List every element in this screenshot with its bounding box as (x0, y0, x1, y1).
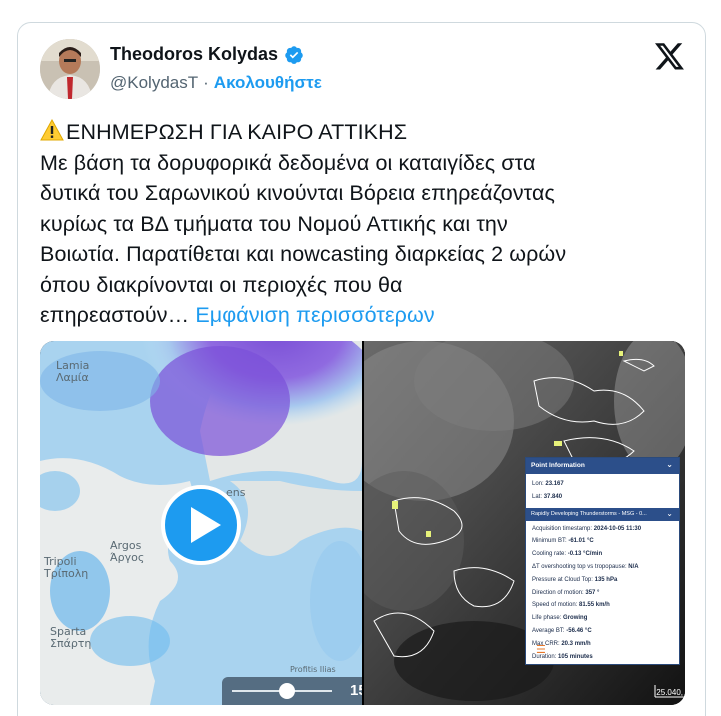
play-icon (191, 507, 221, 543)
rdt-row-value: -56.46 °C (566, 627, 592, 634)
lon-label: Lon: (532, 481, 544, 487)
chevron-down-icon[interactable]: ⌄ (666, 460, 673, 469)
show-more-link[interactable]: Εμφάνιση περισσότερων (195, 303, 434, 327)
tweet-line-6: όπου διακρίνονται οι περιοχές που θα (40, 272, 403, 297)
rdt-row-label: Speed of motion: (532, 602, 578, 609)
rdt-row-value: -61.01 °C (568, 538, 594, 545)
author-handle[interactable]: @KolydasT (110, 73, 198, 93)
video-map-pane[interactable]: Lamia Λαμία ens Argos Άργος Tripoli Τρίπ… (40, 341, 362, 705)
verified-badge-icon (285, 45, 303, 64)
video-slider[interactable]: 15 (222, 677, 362, 705)
follow-button[interactable]: Ακολουθήστε (214, 73, 322, 93)
rdt-row: Speed of motion: 81.55 km/h (526, 599, 679, 612)
rdt-row-label: ΔT overshooting top vs tropopause: (532, 563, 627, 570)
lon-value: 23.167 (545, 481, 564, 487)
tweet-line-7: επηρεαστούν… Εμφάνιση περισσότερων (40, 300, 690, 331)
list-icon[interactable]: ☰ (536, 643, 546, 656)
lat-row: Lat: 37.840 (526, 491, 679, 504)
tweet-line-2: Με βάση τα δορυφορικά δεδομένα οι καταιγ… (40, 150, 536, 175)
rdt-row-value: 105 minutes (558, 653, 593, 660)
rdt-rows: Acquisition timestamp: 2024-10-05 11:30 M… (526, 523, 679, 664)
rdt-row-value: 81.55 km/h (579, 602, 610, 609)
author-name[interactable]: Theodoros Kolydas (110, 44, 278, 65)
point-info-title: Point Information (531, 462, 585, 469)
scale-label: 25.040, (656, 688, 683, 697)
map-label-argos-gr: Άργος (110, 551, 145, 564)
rdt-row-label: Pressure at Cloud Top: (532, 576, 593, 583)
rdt-row-label: Average BT: (532, 627, 565, 634)
rdt-row-label: Cooling rate: (532, 551, 567, 558)
map-label-profitis: Profitis Ilias (290, 665, 336, 674)
rdt-header[interactable]: Rapidly Developing Thunderstorms - MSG -… (526, 507, 679, 521)
lat-label: Lat: (532, 493, 543, 500)
lon-row: Lon: 23.167 (526, 478, 679, 491)
rdt-row-label: Direction of motion: (532, 589, 584, 596)
rdt-row-value: Growing (563, 615, 588, 622)
map-label-sparta-gr: Σπάρτη (50, 637, 92, 650)
rdt-row-value: 20.3 mm/h (561, 640, 591, 647)
rdt-row-value: -0.13 °C/min (567, 551, 603, 558)
tweet-headline: ΕΝΗΜΕΡΩΣΗ ΓΙΑ ΚΑΙΡΟ ΑΤΤΙΚΗΣ (66, 120, 408, 144)
separator-dot: · (203, 73, 209, 92)
point-info-panel: Point Information ⌄ Lon: 23.167 Lat: 37.… (525, 457, 680, 665)
tweet-line-3: δυτικά του Σαρωνικού κινούνται Βόρεια επ… (40, 181, 555, 205)
tweet-card: Theodoros Kolydas @KolydasT · Ακολουθήστ… (17, 22, 706, 716)
tweet-line-7-text: επηρεαστούν… (40, 303, 190, 327)
rdt-row-value: 135 hPa (594, 576, 618, 583)
rdt-title: Rapidly Developing Thunderstorms - MSG -… (531, 510, 647, 517)
rdt-row: Average BT: -56.46 °C (526, 625, 679, 638)
rdt-row: ΔT overshooting top vs tropopause: N/A (526, 561, 679, 574)
rdt-row-label: Acquisition timestamp: (532, 525, 593, 532)
rdt-row: Direction of motion: 357 ° (526, 587, 679, 600)
chevron-down-icon[interactable]: ⌄ (666, 509, 673, 518)
rdt-row-value: 2024-10-05 11:30 (593, 525, 642, 532)
rdt-row: Pressure at Cloud Top: 135 hPa (526, 574, 679, 587)
tweet-line-4: κυρίως τα ΒΔ τμήματα του Νομού Αττικής κ… (40, 211, 508, 236)
rdt-row-label: Life phase: (532, 615, 562, 622)
rdt-row: Minimum BT: -61.01 °C (526, 535, 679, 548)
slider-value: 15 (350, 682, 362, 699)
tweet-line-5: Βοιωτία. Παρατίθεται και nowcasting διαρ… (40, 242, 567, 266)
rdt-row: Max CRR: 20.3 mm/h (526, 638, 679, 651)
play-button[interactable] (161, 485, 241, 565)
map-label-tripoli-gr: Τρίπολη (44, 567, 89, 580)
tweet-line-1: ΕΝΗΜΕΡΩΣΗ ΓΙΑ ΚΑΙΡΟ ΑΤΤΙΚΗΣ (40, 117, 690, 148)
author-avatar[interactable] (40, 39, 100, 99)
rdt-row: Duration: 105 minutes (526, 651, 679, 664)
slider-thumb[interactable] (279, 683, 295, 699)
tweet-text: ΕΝΗΜΕΡΩΣΗ ΓΙΑ ΚΑΙΡΟ ΑΤΤΙΚΗΣ Με βάση τα δ… (40, 117, 690, 331)
rdt-row: Acquisition timestamp: 2024-10-05 11:30 (526, 523, 679, 536)
media-container[interactable]: Lamia Λαμία ens Argos Άργος Tripoli Τρίπ… (40, 341, 685, 705)
x-logo-icon[interactable] (655, 43, 685, 71)
lat-value: 37.840 (543, 493, 563, 500)
rdt-row-value: N/A (628, 563, 639, 570)
rdt-row-value: 357 ° (585, 589, 600, 596)
rdt-row: Cooling rate: -0.13 °C/min (526, 548, 679, 561)
warning-icon (40, 119, 64, 141)
map-label-lamia-gr: Λαμία (56, 371, 89, 384)
rdt-row: Life phase: Growing (526, 612, 679, 625)
point-info-header[interactable]: Point Information ⌄ (526, 458, 679, 474)
rdt-row-label: Minimum BT: (532, 538, 567, 545)
satellite-image-pane[interactable]: Point Information ⌄ Lon: 23.167 Lat: 37.… (364, 341, 685, 705)
